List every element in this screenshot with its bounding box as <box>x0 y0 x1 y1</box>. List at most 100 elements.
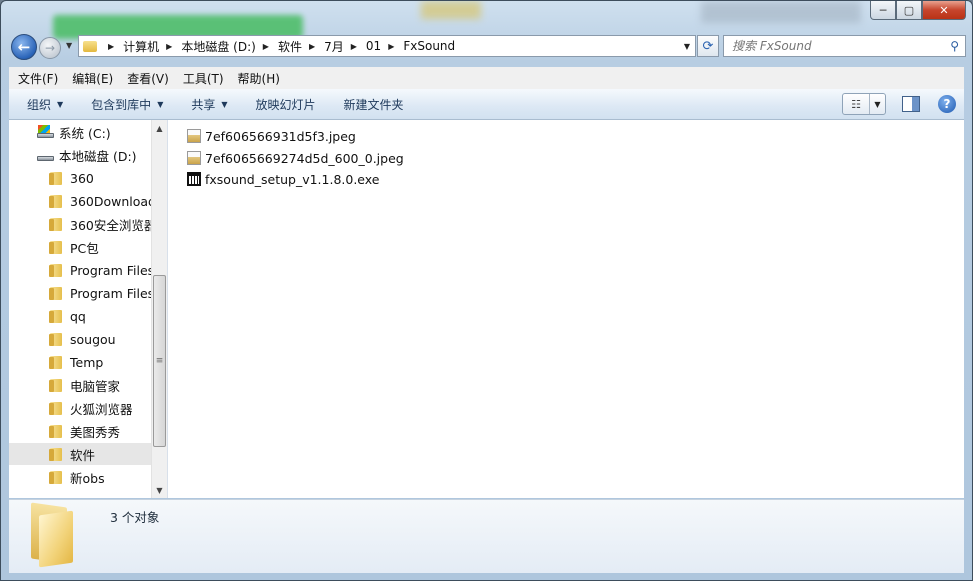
file-list: 7ef606566931d5f3.jpeg 7ef6065669274d5d_6… <box>168 120 964 498</box>
folder-icon <box>49 447 63 461</box>
tree-item-label: 电脑管家 <box>70 378 121 394</box>
scroll-down-icon[interactable]: ▼ <box>152 482 167 498</box>
tree-item-folder[interactable]: qq <box>9 305 167 327</box>
folder-icon <box>49 217 63 231</box>
breadcrumb-item[interactable]: FxSound <box>403 39 455 53</box>
tree-item-system-drive[interactable]: 系统 (C:) <box>9 121 167 143</box>
details-pane: 3 个对象 <box>9 499 964 573</box>
breadcrumb-separator-icon[interactable]: ▶ <box>388 42 394 51</box>
new-folder-button[interactable]: 新建文件夹 <box>326 96 414 113</box>
preview-pane-icon[interactable] <box>902 96 920 112</box>
address-bar[interactable]: ▶ 计算机 ▶ 本地磁盘 (D:) ▶ 软件 ▶ 7月 ▶ 01 ▶ FxSou… <box>78 35 696 57</box>
tree-item-folder[interactable]: 360 <box>9 167 167 189</box>
organize-label: 组织 <box>27 97 52 112</box>
background-blur <box>421 1 481 19</box>
tree-item-label: PC包 <box>70 240 99 256</box>
include-in-library-label: 包含到库中 <box>91 97 152 112</box>
refresh-icon: ⟳ <box>702 38 714 54</box>
tree-item-label: Program Files <box>70 285 155 301</box>
tree-item-folder[interactable]: 电脑管家 <box>9 374 167 396</box>
share-button[interactable]: 共享 ▼ <box>173 96 237 113</box>
folder-icon <box>49 286 63 300</box>
jpeg-file-icon <box>187 129 201 143</box>
tree-item-folder[interactable]: Program Files <box>9 259 167 281</box>
forward-arrow-icon: → <box>44 41 56 55</box>
search-input[interactable] <box>730 38 944 54</box>
tree-item-folder[interactable]: Temp <box>9 351 167 373</box>
breadcrumb-separator-icon[interactable]: ▶ <box>351 42 357 51</box>
tree-item-folder[interactable]: 360Download <box>9 190 167 212</box>
folder-icon <box>49 378 63 392</box>
tree-item-label: qq <box>70 308 86 324</box>
include-in-library-button[interactable]: 包含到库中 ▼ <box>73 96 173 113</box>
minimize-button[interactable]: ─ <box>870 1 896 20</box>
chevron-down-icon: ▼ <box>57 99 64 109</box>
command-bar: 组织 ▼ 包含到库中 ▼ 共享 ▼ 放映幻灯片 新建文件夹 ☷ ▼ ? <box>9 89 964 120</box>
back-button[interactable]: ← <box>11 34 37 60</box>
breadcrumb-item[interactable]: 计算机 <box>123 38 159 55</box>
view-controls: ☷ ▼ ? <box>842 93 956 115</box>
menu-tools[interactable]: 工具(T) <box>174 70 229 87</box>
menu-view[interactable]: 查看(V) <box>118 70 174 87</box>
search-box[interactable]: ⚲ <box>723 35 966 57</box>
back-arrow-icon: ← <box>17 38 31 56</box>
file-item[interactable]: 7ef606566931d5f3.jpeg <box>187 125 356 147</box>
chevron-down-icon[interactable]: ▼ <box>870 94 885 114</box>
breadcrumb-item[interactable]: 01 <box>366 39 381 53</box>
tree-item-folder[interactable]: 新obs <box>9 466 167 488</box>
tree-item-label: 系统 (C:) <box>59 125 111 141</box>
forward-button[interactable]: → <box>39 37 61 59</box>
menu-file[interactable]: 文件(F) <box>9 70 63 87</box>
organize-button[interactable]: 组织 ▼ <box>9 96 73 113</box>
breadcrumb-separator-icon[interactable]: ▶ <box>166 42 172 51</box>
local-drive-icon <box>37 148 54 162</box>
breadcrumb-item[interactable]: 7月 <box>324 38 344 55</box>
scroll-up-icon[interactable]: ▲ <box>152 120 167 136</box>
tree-item-label: 软件 <box>70 447 96 463</box>
tree-scrollbar[interactable]: ▲ ≡ ▼ <box>151 120 167 498</box>
view-details-icon[interactable]: ☷ <box>843 94 870 114</box>
maximize-button[interactable]: ▢ <box>896 1 922 20</box>
background-blur <box>701 1 861 23</box>
chevron-down-icon: ▼ <box>157 99 164 109</box>
slideshow-button[interactable]: 放映幻灯片 <box>238 96 326 113</box>
tree-item-folder[interactable]: sougou <box>9 328 167 350</box>
tree-item-folder[interactable]: 火狐浏览器 <box>9 397 167 419</box>
folder-icon <box>49 240 63 254</box>
tree-item-folder[interactable]: PC包 <box>9 236 167 258</box>
folder-icon <box>49 263 63 277</box>
refresh-button[interactable]: ⟳ <box>697 35 719 57</box>
tree-item-label: 本地磁盘 (D:) <box>59 148 137 164</box>
file-name: 7ef606566931d5f3.jpeg <box>205 128 356 144</box>
menu-help[interactable]: 帮助(H) <box>229 70 285 87</box>
tree-item-folder-selected[interactable]: 软件 <box>9 443 167 465</box>
help-icon[interactable]: ? <box>938 95 956 113</box>
tree-item-folder[interactable]: Program Files <box>9 282 167 304</box>
breadcrumb-separator-icon[interactable]: ▶ <box>309 42 315 51</box>
breadcrumb-separator-icon[interactable]: ▶ <box>263 42 269 51</box>
change-view-button[interactable]: ☷ ▼ <box>842 93 886 115</box>
file-item[interactable]: fxsound_setup_v1.1.8.0.exe <box>187 168 379 190</box>
menu-edit[interactable]: 编辑(E) <box>63 70 118 87</box>
breadcrumb-item[interactable]: 本地磁盘 (D:) <box>181 38 255 55</box>
file-name: 7ef6065669274d5d_600_0.jpeg <box>205 150 404 166</box>
folder-icon <box>49 332 63 346</box>
tree-item-label: 360 <box>70 170 94 186</box>
tree-item-label: 火狐浏览器 <box>70 401 133 417</box>
address-dropdown-icon[interactable]: ▼ <box>679 42 695 51</box>
breadcrumb-item[interactable]: 软件 <box>278 38 302 55</box>
tree-item-folder[interactable]: 美图秀秀 <box>9 420 167 442</box>
scrollbar-thumb[interactable]: ≡ <box>153 275 166 447</box>
tree-item-local-drive[interactable]: 本地磁盘 (D:) <box>9 144 167 166</box>
jpeg-file-icon <box>187 151 201 165</box>
tree-item-label: 新obs <box>70 470 105 486</box>
slideshow-label: 放映幻灯片 <box>255 97 316 112</box>
close-button[interactable]: ✕ <box>922 1 966 20</box>
tree-item-folder[interactable]: 360安全浏览器 <box>9 213 167 235</box>
tree-item-label: Temp <box>70 354 104 370</box>
recent-pages-dropdown[interactable]: ▼ <box>66 41 72 50</box>
navigation-bar: ← → ▼ ▶ 计算机 ▶ 本地磁盘 (D:) ▶ 软件 ▶ 7月 ▶ 01 ▶… <box>9 34 966 60</box>
breadcrumb-separator-icon[interactable]: ▶ <box>108 42 114 51</box>
search-icon[interactable]: ⚲ <box>950 39 959 53</box>
file-item[interactable]: 7ef6065669274d5d_600_0.jpeg <box>187 147 404 169</box>
